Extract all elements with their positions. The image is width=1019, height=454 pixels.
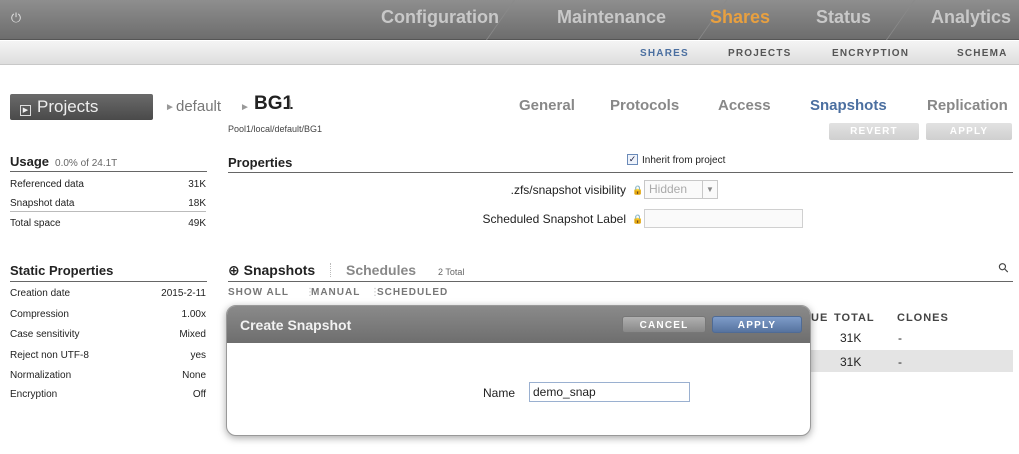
static-row-label: Compression [10, 309, 69, 320]
usage-summary: 0.0% of 24.1T [55, 158, 118, 169]
projects-button[interactable]: ▶ Projects [10, 94, 153, 120]
static-row-value: 1.00x [181, 309, 206, 320]
nav-tab-analytics[interactable]: Analytics [931, 7, 1011, 28]
filter-scheduled[interactable]: SCHEDULED [377, 287, 448, 298]
static-row-label: Normalization [10, 370, 72, 381]
apply-button[interactable]: APPLY [926, 123, 1012, 140]
rename-cursor-icon[interactable]: I [288, 96, 292, 112]
nav-separator [885, 0, 916, 40]
crumb-arrow-icon: ► [165, 102, 175, 113]
dialog-apply-button[interactable]: APPLY [712, 316, 802, 333]
divider [10, 171, 207, 172]
usage-row-label: Referenced data [10, 179, 84, 190]
dialog-title: Create Snapshot [240, 317, 352, 333]
tab-access[interactable]: Access [718, 97, 771, 114]
divider [10, 281, 207, 282]
snapshots-heading[interactable]: ⊕ Snapshots [228, 262, 315, 279]
projects-label: Projects [37, 97, 99, 116]
properties-heading: Properties [228, 155, 293, 170]
sub-navigation: SHARES PROJECTS ENCRYPTION SCHEMA [0, 41, 1019, 65]
filter-show-all[interactable]: SHOW ALL [228, 287, 289, 298]
static-row-value: 2015-2-11 [161, 288, 206, 299]
visibility-label: .zfs/snapshot visibility [510, 183, 626, 197]
lock-icon: 🔒 [632, 214, 644, 224]
snapshots-title: Snapshots [243, 262, 316, 278]
usage-title: Usage [10, 154, 50, 169]
crumb-arrow-icon: ► [240, 102, 250, 113]
row-clones: - [898, 355, 902, 369]
static-row-label: Encryption [10, 389, 58, 400]
top-navigation: ⏻ Configuration Maintenance Shares Statu… [0, 0, 1019, 40]
lock-icon: 🔒 [632, 185, 644, 195]
dialog-title-bar: Create Snapshot CANCEL APPLY [227, 306, 810, 343]
subnav-projects[interactable]: PROJECTS [728, 48, 792, 59]
row-total: 31K [840, 331, 862, 345]
nav-tab-shares[interactable]: Shares [710, 7, 770, 28]
search-icon[interactable]: ⚲ [995, 259, 1013, 277]
static-row: Creation date 2015-2-11 [10, 288, 206, 299]
scheduled-label-input[interactable] [644, 209, 803, 228]
static-row-value: yes [190, 350, 206, 361]
tab-snapshots[interactable]: Snapshots [810, 97, 887, 114]
usage-row-label: Snapshot data [10, 198, 75, 209]
static-row-label: Reject non UTF-8 [10, 350, 89, 361]
chevron-down-icon: ▼ [702, 181, 717, 198]
nav-tab-maintenance[interactable]: Maintenance [557, 7, 666, 28]
visibility-value: Hidden [649, 182, 688, 196]
static-row-label: Creation date [10, 288, 71, 299]
filter-manual[interactable]: MANUAL [311, 287, 360, 298]
usage-row-label: Total space [10, 218, 61, 229]
inherit-checkbox[interactable]: ✓ [627, 154, 638, 165]
subnav-encryption[interactable]: ENCRYPTION [832, 48, 909, 59]
subnav-schema[interactable]: SCHEMA [957, 48, 1008, 59]
create-snapshot-dialog: Create Snapshot CANCEL APPLY Name [226, 305, 811, 436]
visibility-select[interactable]: Hidden ▼ [644, 180, 718, 199]
static-properties-heading: Static Properties [10, 263, 114, 278]
divider [228, 281, 1013, 282]
scheduled-label: Scheduled Snapshot Label [482, 212, 626, 226]
static-row: Encryption Off [10, 389, 206, 400]
row-total: 31K [840, 355, 862, 369]
static-row: Normalization None [10, 370, 206, 381]
snapshot-name-input[interactable] [529, 382, 690, 402]
snapshot-total: 2 Total [438, 267, 465, 277]
column-header-clones[interactable]: CLONES [897, 312, 949, 324]
panel-icon: ▶ [20, 105, 31, 116]
inherit-label: Inherit from project [642, 155, 726, 166]
nav-tab-status[interactable]: Status [816, 7, 871, 28]
static-row: Case sensitivity Mixed [10, 329, 206, 340]
divider [330, 263, 331, 277]
divider [228, 172, 1013, 173]
usage-row: Snapshot data 18K [10, 198, 206, 212]
static-row: Reject non UTF-8 yes [10, 350, 206, 361]
usage-row-value: 18K [188, 198, 206, 209]
usage-row: Referenced data 31K [10, 179, 206, 190]
static-row-value: Off [192, 389, 206, 400]
row-clones: - [898, 331, 902, 345]
add-icon[interactable]: ⊕ [228, 262, 240, 278]
usage-row: Total space 49K [10, 218, 206, 229]
tab-replication[interactable]: Replication [927, 97, 1008, 114]
nav-tab-configuration[interactable]: Configuration [381, 7, 499, 28]
crumb-default[interactable]: default [176, 98, 221, 115]
tab-general[interactable]: General [519, 97, 575, 114]
usage-row-value: 31K [188, 179, 206, 190]
name-label: Name [483, 386, 516, 400]
tab-protocols[interactable]: Protocols [610, 97, 679, 114]
power-icon[interactable]: ⏻ [8, 10, 24, 26]
cancel-button[interactable]: CANCEL [622, 316, 706, 333]
static-row-value: Mixed [179, 329, 206, 340]
usage-heading: Usage 0.0% of 24.1T [10, 154, 117, 169]
static-row: Compression 1.00x [10, 309, 206, 320]
share-path: Pool1/local/default/BG1 [228, 124, 323, 134]
column-header-total[interactable]: TOTAL [834, 312, 875, 324]
static-row-value: None [182, 370, 206, 381]
revert-button[interactable]: REVERT [829, 123, 919, 140]
schedules-tab[interactable]: Schedules [346, 262, 416, 278]
static-row-label: Case sensitivity [10, 329, 80, 340]
subnav-shares[interactable]: SHARES [640, 48, 689, 59]
usage-row-value: 49K [188, 218, 206, 229]
column-header[interactable]: UE [811, 312, 828, 324]
